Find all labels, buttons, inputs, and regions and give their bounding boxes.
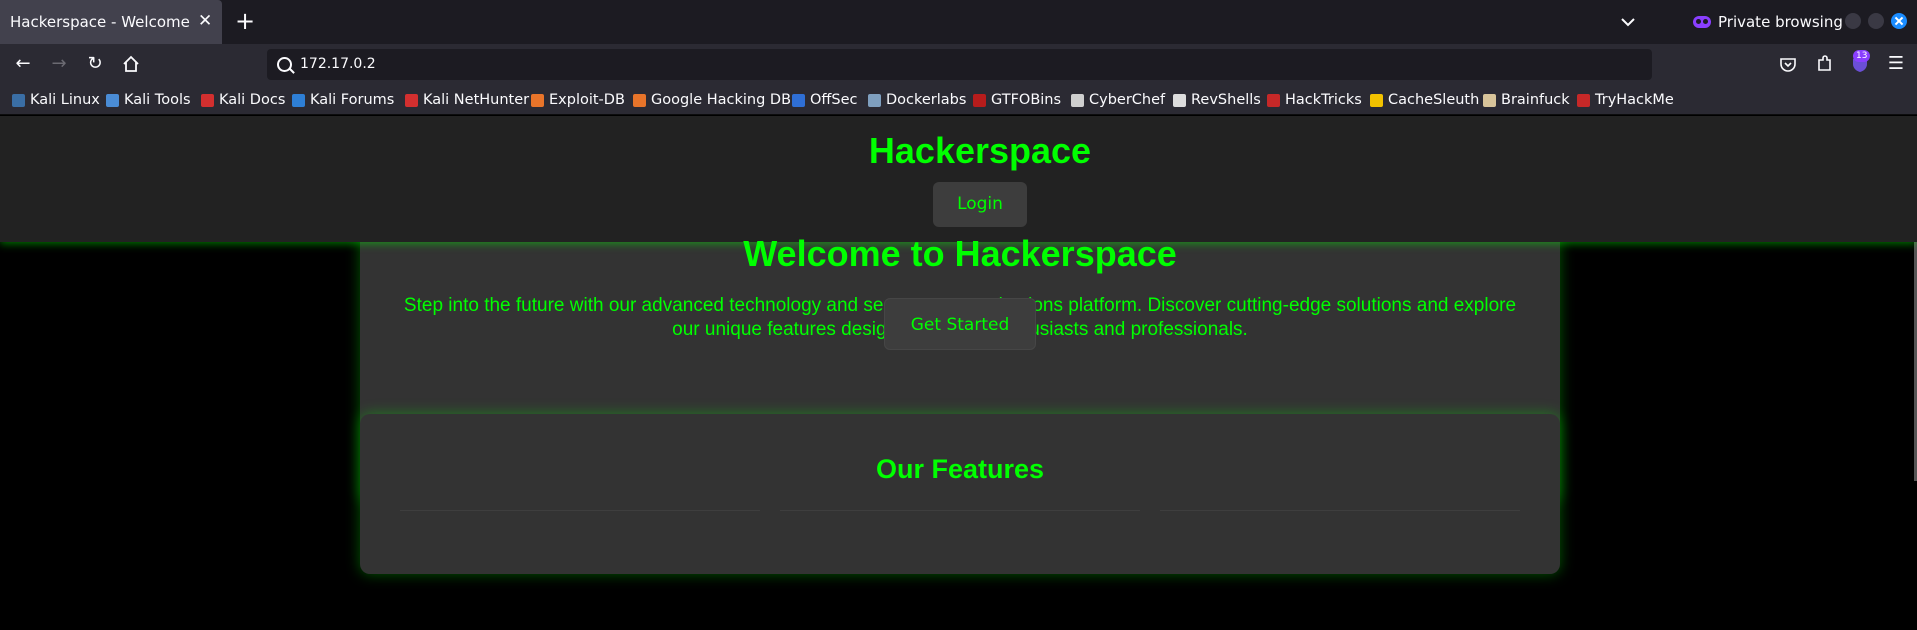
bookmark-label: GTFOBins [991, 92, 1062, 108]
bookmark-favicon-icon [531, 93, 544, 107]
bookmark-item[interactable]: GTFOBins [973, 92, 1061, 108]
bookmark-favicon-icon [1483, 93, 1496, 107]
close-tab-icon[interactable]: ✕ [198, 10, 212, 32]
bookmark-item[interactable]: Dockerlabs [868, 92, 966, 108]
bookmark-item[interactable]: Exploit-DB [531, 92, 625, 108]
back-arrow-icon[interactable]: ← [12, 53, 34, 75]
pocket-icon[interactable] [1777, 53, 1799, 75]
site-header: Hackerspace Login [0, 116, 1917, 242]
bookmark-favicon-icon [12, 93, 25, 107]
bookmark-favicon-icon [792, 93, 805, 107]
private-browsing-label: Private browsing [1718, 13, 1843, 31]
address-bar[interactable]: 172.17.0.2 [267, 49, 1652, 80]
bookmark-label: Exploit-DB [549, 92, 625, 108]
tab-bar: Hackerspace - Welcome ✕ + Private browsi… [0, 0, 1917, 44]
bookmark-label: Kali Docs [219, 92, 286, 108]
bookmark-item[interactable]: Kali Forums [292, 92, 394, 108]
bookmark-item[interactable]: Kali Tools [106, 92, 191, 108]
site-title: Hackerspace [868, 130, 1092, 171]
tab-title: Hackerspace - Welcome [10, 13, 190, 31]
bookmark-label: Kali Linux [30, 92, 100, 108]
extension-badge: 13 [1853, 50, 1871, 62]
bookmark-item[interactable]: Kali NetHunter [405, 92, 529, 108]
bookmark-label: Kali Forums [310, 92, 395, 108]
features-title: Our Features [875, 454, 1045, 484]
bookmark-favicon-icon [633, 93, 646, 107]
bookmark-item[interactable]: Brainfuck [1483, 92, 1570, 108]
bookmark-label: Kali Tools [124, 92, 191, 108]
bookmark-favicon-icon [292, 93, 305, 107]
bookmark-label: TryHackMe [1595, 92, 1674, 108]
bookmark-item[interactable]: HackTricks [1267, 92, 1362, 108]
active-tab[interactable]: Hackerspace - Welcome ✕ [0, 0, 222, 44]
extensions-icon[interactable] [1813, 53, 1835, 75]
login-button[interactable]: Login [933, 182, 1027, 227]
bookmark-label: Brainfuck [1501, 92, 1570, 108]
bookmark-favicon-icon [405, 93, 418, 107]
home-icon[interactable] [120, 53, 142, 75]
bookmark-label: Kali NetHunter [423, 92, 530, 108]
bookmark-favicon-icon [973, 93, 986, 107]
bookmarks-toolbar: Kali Linux Kali Tools Kali Docs Kali Forums… [0, 85, 1917, 115]
bookmark-item[interactable]: Kali Docs [201, 92, 285, 108]
bookmark-item[interactable]: CyberChef [1071, 92, 1165, 108]
feature-card [780, 510, 1140, 551]
bookmark-favicon-icon [868, 93, 881, 107]
bookmark-favicon-icon [1173, 93, 1186, 107]
bookmark-label: HackTricks [1285, 92, 1362, 108]
url-text[interactable]: 172.17.0.2 [300, 56, 376, 72]
bookmark-favicon-icon [201, 93, 214, 107]
bookmark-item[interactable]: TryHackMe [1577, 92, 1674, 108]
feature-card [400, 510, 760, 551]
menu-icon[interactable]: ☰ [1885, 53, 1907, 75]
bookmark-item[interactable]: OffSec [792, 92, 858, 108]
bookmark-item[interactable]: Google Hacking DB [633, 92, 791, 108]
bookmark-favicon-icon [1071, 93, 1084, 107]
private-browsing-indicator: Private browsing [1693, 12, 1843, 32]
reload-icon[interactable]: ↻ [84, 53, 106, 75]
private-mask-icon [1693, 16, 1711, 28]
features-section: Our Features [360, 414, 1560, 574]
bookmark-favicon-icon [1577, 93, 1590, 107]
bookmark-label: CyberChef [1089, 92, 1166, 108]
bookmark-label: CacheSleuth [1388, 92, 1480, 108]
maximize-window-button[interactable] [1868, 13, 1884, 29]
bookmark-label: RevShells [1191, 92, 1261, 108]
bookmark-favicon-icon [106, 93, 119, 107]
minimize-window-button[interactable] [1845, 13, 1861, 29]
hero-title: Welcome to Hackerspace [743, 233, 1177, 274]
bookmark-label: Dockerlabs [886, 92, 967, 108]
page-viewport: Hackerspace Login Welcome to Hackerspace… [0, 116, 1917, 630]
bookmark-item[interactable]: CacheSleuth [1370, 92, 1479, 108]
search-icon [277, 57, 292, 72]
get-started-button[interactable]: Get Started [884, 298, 1036, 350]
bookmark-item[interactable]: RevShells [1173, 92, 1261, 108]
close-window-button[interactable] [1891, 13, 1907, 29]
navigation-toolbar: ← → ↻ 172.17.0.2 13 ☰ [0, 44, 1917, 85]
feature-card [1160, 510, 1520, 551]
chevron-down-icon[interactable] [1618, 12, 1638, 32]
bookmark-label: Google Hacking DB [651, 92, 792, 108]
forward-arrow-icon[interactable]: → [48, 53, 70, 75]
bookmark-favicon-icon [1267, 93, 1280, 107]
bookmark-label: OffSec [810, 92, 858, 108]
bookmark-item[interactable]: Kali Linux [12, 92, 100, 108]
new-tab-icon[interactable]: + [235, 8, 255, 34]
bookmark-favicon-icon [1370, 93, 1383, 107]
